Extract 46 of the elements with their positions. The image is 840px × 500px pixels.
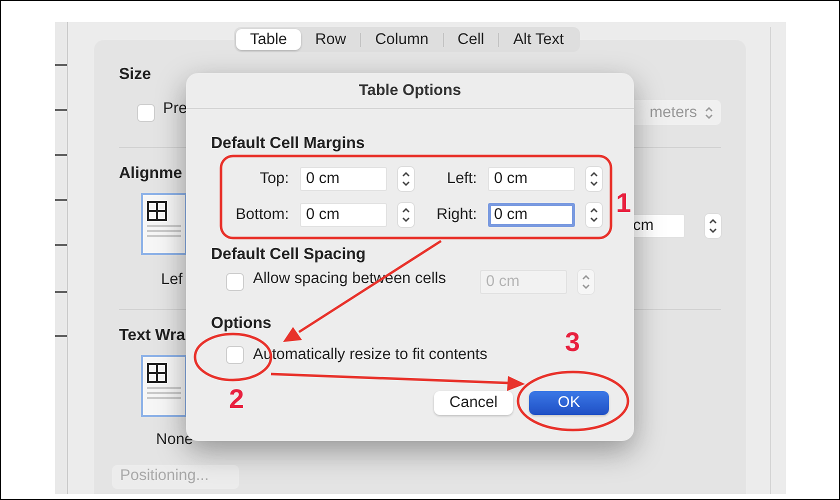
wrap-option[interactable] bbox=[141, 355, 187, 417]
field-label: Top: bbox=[260, 170, 289, 188]
field-label: Bottom: bbox=[236, 206, 289, 224]
checkbox-label: Pre bbox=[163, 100, 188, 118]
up-down-arrows-icon bbox=[705, 106, 713, 120]
section-heading: Default Cell Spacing bbox=[211, 246, 366, 264]
margin-field[interactable]: 0 cm bbox=[488, 167, 575, 191]
ok-button[interactable]: OK bbox=[529, 391, 609, 415]
stepper-button[interactable] bbox=[398, 167, 414, 191]
field-label: Right: bbox=[436, 206, 477, 224]
table-icon bbox=[147, 363, 167, 383]
section-heading: Text Wra bbox=[119, 327, 186, 345]
up-down-arrows-icon bbox=[708, 217, 718, 235]
up-down-arrows-icon bbox=[581, 273, 591, 291]
checkbox[interactable] bbox=[226, 346, 244, 364]
section-heading: Alignme bbox=[119, 165, 182, 183]
tab[interactable]: Column bbox=[361, 29, 442, 50]
alignment-option[interactable] bbox=[141, 193, 187, 255]
stepper-button[interactable] bbox=[586, 203, 602, 227]
stepper-button[interactable] bbox=[705, 214, 721, 238]
tab[interactable]: Cell bbox=[444, 29, 498, 50]
option-label: Lef bbox=[161, 271, 183, 289]
margin-field[interactable]: 0 cm bbox=[488, 203, 575, 227]
up-down-arrows-icon bbox=[401, 206, 411, 224]
stepper-button[interactable] bbox=[398, 203, 414, 227]
field-label: Left: bbox=[446, 170, 477, 188]
up-down-arrows-icon bbox=[589, 206, 599, 224]
annotation-number: 2 bbox=[229, 386, 244, 413]
up-down-arrows-icon bbox=[401, 170, 411, 188]
section-heading: Default Cell Margins bbox=[211, 135, 365, 153]
dialog-title: Table Options bbox=[186, 73, 634, 109]
section-heading: Options bbox=[211, 315, 272, 333]
section-heading: Size bbox=[119, 66, 152, 84]
cancel-button[interactable]: Cancel bbox=[434, 391, 513, 415]
annotation-number: 3 bbox=[565, 329, 580, 356]
margin-field[interactable]: 0 cm bbox=[300, 167, 387, 191]
checkbox[interactable] bbox=[137, 104, 155, 122]
annotation-number: 1 bbox=[616, 190, 632, 217]
stepper-button[interactable] bbox=[586, 167, 602, 191]
up-down-arrows-icon bbox=[589, 170, 599, 188]
tab[interactable]: Alt Text bbox=[499, 29, 578, 50]
tab[interactable]: Row bbox=[301, 29, 360, 50]
table-icon bbox=[147, 201, 167, 221]
option-label: None bbox=[156, 431, 194, 449]
margin-field[interactable]: 0 cm bbox=[300, 203, 387, 227]
tab[interactable]: Table bbox=[236, 29, 302, 50]
